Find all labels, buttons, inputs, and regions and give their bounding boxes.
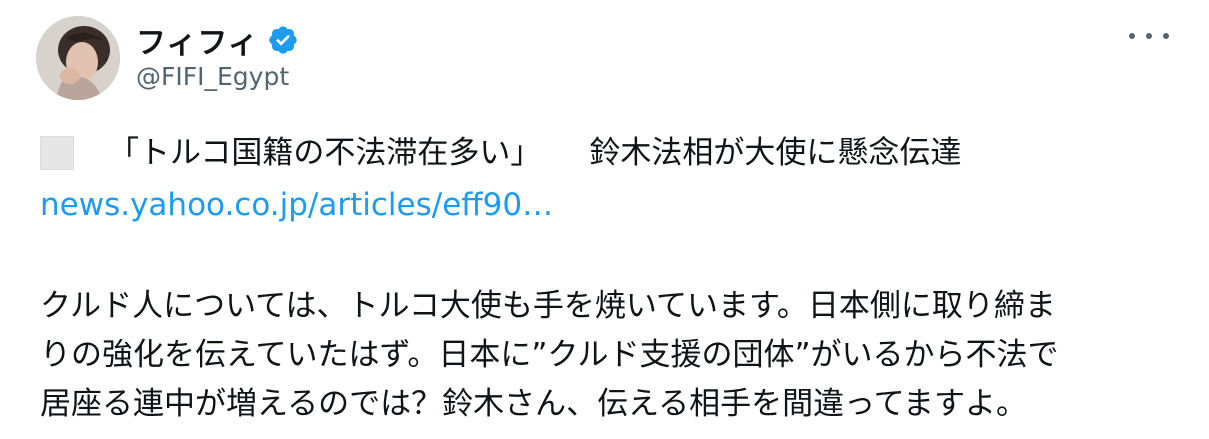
tweet-card: フィフィ @FIFI_Egypt 「トルコ国籍の不法滞在多い」 鈴木法相が大使に… <box>0 0 1209 439</box>
tweet-text-line: クルド人については、トルコ大使も手を焼いています。日本側に取り締ま <box>40 288 1056 324</box>
article-link[interactable]: news.yahoo.co.jp/articles/eff90… <box>40 182 1169 228</box>
placeholder-square-icon <box>40 136 74 170</box>
tweet-text-line: 居座る連中が増えるのでは？鈴木さん、伝える相手を間違ってますよ。 <box>40 386 1028 422</box>
headline-part2: 鈴木法相が大使に懸念伝達 <box>589 135 962 171</box>
avatar[interactable] <box>36 16 120 100</box>
more-horizontal-icon[interactable] <box>1129 24 1169 48</box>
verified-badge-icon <box>267 24 299 56</box>
tweet-body: 「トルコ国籍の不法滞在多い」 鈴木法相が大使に懸念伝達 news.yahoo.c… <box>40 130 1169 429</box>
link-headline: 「トルコ国籍の不法滞在多い」 鈴木法相が大使に懸念伝達 <box>40 130 1169 176</box>
headline-part1: 「トルコ国籍の不法滞在多い」 <box>108 135 542 171</box>
author-name-row[interactable]: フィフィ <box>136 18 299 62</box>
author-handle[interactable]: @FIFI_Egypt <box>136 62 289 91</box>
tweet-text: クルド人については、トルコ大使も手を焼いています。日本側に取り締ま りの強化を伝… <box>40 282 1169 429</box>
author-display-name[interactable]: フィフィ <box>136 18 259 62</box>
tweet-text-line: りの強化を伝えていたはず。日本に”クルド支援の団体”がいるから不法で <box>40 337 1059 373</box>
avatar-image <box>36 16 120 100</box>
